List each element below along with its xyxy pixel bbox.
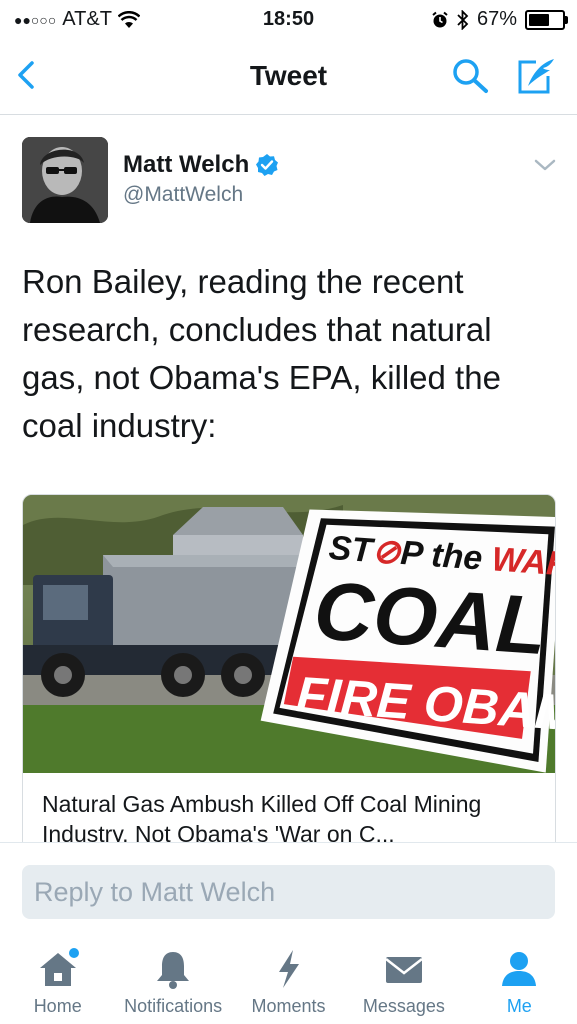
navigation-bar: Tweet xyxy=(0,40,577,115)
tweet-text: Ron Bailey, reading the recent research,… xyxy=(22,263,501,444)
reply-bar xyxy=(0,842,577,939)
tab-messages[interactable]: Messages xyxy=(346,938,461,1024)
search-icon[interactable] xyxy=(450,58,490,94)
page-title: Tweet xyxy=(249,60,328,91)
status-right-group: 67% xyxy=(431,8,568,31)
status-bar: ●●○○○ AT&T 18:50 67% xyxy=(0,0,577,40)
tab-home[interactable]: Home xyxy=(0,938,115,1024)
author-handle[interactable]: @MattWelch xyxy=(123,183,243,207)
lightning-icon xyxy=(278,950,299,988)
author-name[interactable]: Matt Welch xyxy=(123,151,249,179)
home-icon xyxy=(39,948,79,986)
tweet-header: Matt Welch @MattWelch xyxy=(22,137,557,227)
battery-percent: 67% xyxy=(476,8,517,30)
tab-notifications[interactable]: Notifications xyxy=(115,938,230,1024)
battery-fill xyxy=(529,13,549,26)
tab-me-label: Me xyxy=(506,996,532,1016)
envelope-icon xyxy=(385,957,423,983)
tab-messages-label: Messages xyxy=(362,996,445,1016)
tab-bar: Home Notifications Moments Messages Me xyxy=(0,938,577,1024)
alarm-icon xyxy=(432,11,448,27)
battery-icon xyxy=(525,9,568,30)
sign-text-coal: COAL xyxy=(311,565,549,672)
author-name-row: Matt Welch xyxy=(123,151,279,179)
card-title[interactable]: Natural Gas Ambush Killed Off Coal Minin… xyxy=(42,789,532,849)
card-image: ST⊘P the WAR on COAL FIRE OBAMA xyxy=(23,495,555,773)
tab-me[interactable]: Me xyxy=(462,938,577,1024)
sign-text-stop: ST xyxy=(328,529,377,570)
tab-moments-label: Moments xyxy=(251,996,326,1016)
reply-input[interactable] xyxy=(22,865,555,919)
notification-dot-icon xyxy=(68,948,79,958)
tab-notifications-label: Notifications xyxy=(124,996,223,1016)
tab-moments[interactable]: Moments xyxy=(231,938,346,1024)
compose-tweet-icon[interactable] xyxy=(514,56,558,96)
verified-badge-icon xyxy=(256,154,279,176)
person-icon xyxy=(502,952,537,986)
chevron-down-icon[interactable] xyxy=(533,157,557,173)
avatar-photo xyxy=(22,137,108,223)
link-card[interactable]: ST⊘P the WAR on COAL FIRE OBAMA Natural … xyxy=(22,494,556,856)
avatar[interactable] xyxy=(22,137,108,223)
bluetooth-icon xyxy=(457,9,469,30)
bell-icon xyxy=(157,952,190,989)
tab-home-label: Home xyxy=(33,996,82,1016)
